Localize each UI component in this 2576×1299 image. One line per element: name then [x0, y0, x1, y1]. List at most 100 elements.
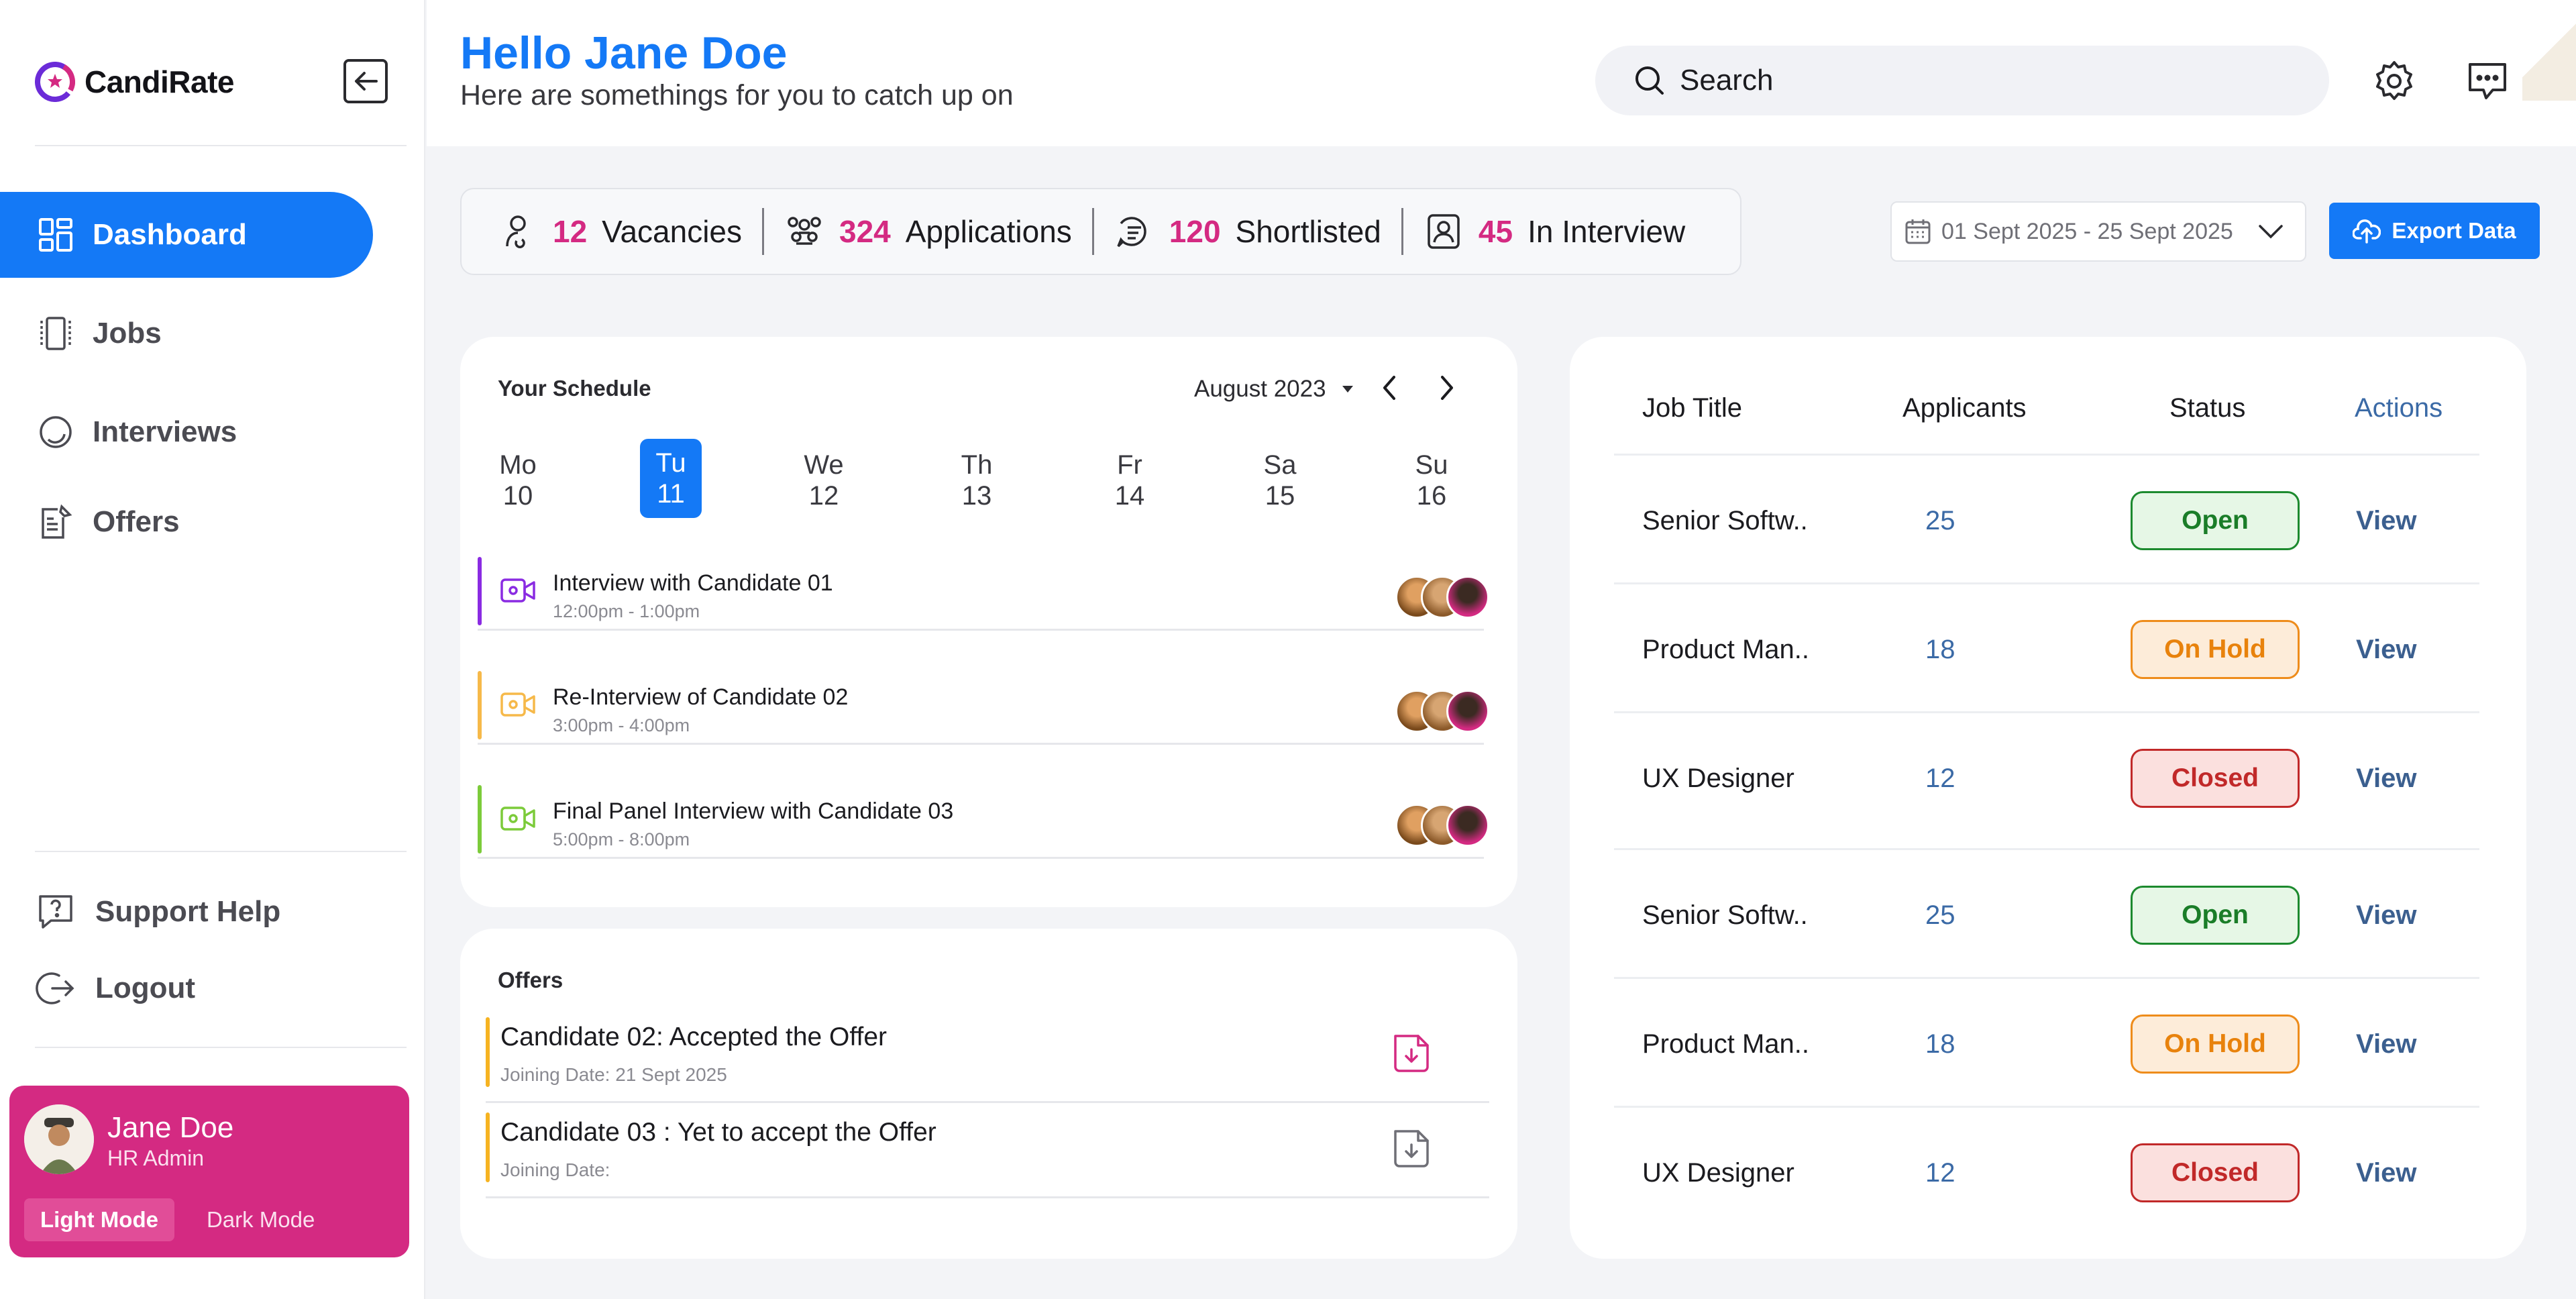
stat-label: Shortlisted — [1235, 214, 1381, 249]
day-saturday[interactable]: Sa 15 — [1249, 450, 1311, 511]
logout-icon — [36, 972, 74, 1004]
download-document-icon[interactable] — [1389, 1126, 1434, 1172]
status-badge: Open — [2131, 491, 2300, 550]
export-data-button[interactable]: Export Data — [2329, 203, 2540, 259]
stat-value: 12 — [553, 214, 588, 249]
sidebar-item-jobs[interactable]: Jobs — [0, 291, 162, 376]
day-thursday[interactable]: Th 13 — [946, 450, 1008, 511]
column-header-status: Status — [2169, 393, 2246, 423]
applicants-cell: 25 — [1925, 900, 1955, 930]
search-bar[interactable] — [1595, 46, 2329, 115]
offers-card: Offers Candidate 02: Accepted the Offer … — [460, 929, 1517, 1259]
jobs-table-card: Job Title Applicants Status Actions Seni… — [1570, 337, 2526, 1259]
month-picker[interactable]: August 2023 — [1194, 376, 1354, 403]
sidebar-item-offers[interactable]: Offers — [0, 479, 180, 565]
video-camera-icon — [500, 578, 535, 603]
day-sunday[interactable]: Su 16 — [1401, 450, 1462, 511]
event-time: 3:00pm - 4:00pm — [553, 715, 690, 735]
row-divider — [1614, 848, 2479, 850]
offer-title: Candidate 03 : Yet to accept the Offer — [500, 1118, 936, 1147]
event-color-bar — [478, 785, 482, 853]
event-title: Interview with Candidate 01 — [553, 570, 833, 596]
profile-card[interactable]: Jane Doe HR Admin Light Mode Dark Mode — [9, 1086, 409, 1257]
offer-item[interactable]: Candidate 03 : Yet to accept the Offer J… — [486, 1106, 1489, 1198]
offer-joining-date: Joining Date: — [500, 1159, 610, 1180]
day-number: 16 — [1416, 481, 1447, 511]
app-logo[interactable]: CandiRate — [35, 62, 234, 102]
day-name: We — [804, 450, 844, 480]
light-mode-button[interactable]: Light Mode — [24, 1198, 174, 1241]
offer-item[interactable]: Candidate 02: Accepted the Offer Joining… — [486, 1010, 1489, 1103]
corner-decoration — [2522, 0, 2576, 101]
next-week-button[interactable] — [1432, 373, 1461, 403]
sidebar-item-label: Jobs — [93, 317, 162, 350]
profile-name: Jane Doe — [107, 1111, 234, 1144]
sidebar-item-label: Offers — [93, 505, 180, 538]
job-title-cell: Senior Softw.. — [1642, 506, 1808, 535]
day-name: Tu — [655, 448, 686, 478]
stat-vacancies[interactable]: 12 Vacancies — [498, 211, 742, 252]
support-help-label: Support Help — [95, 895, 281, 928]
logout-link[interactable]: Logout — [35, 968, 195, 1009]
collapse-sidebar-button[interactable] — [343, 59, 388, 103]
support-help-link[interactable]: Support Help — [35, 891, 280, 933]
job-title-cell: UX Designer — [1642, 1158, 1794, 1188]
dark-mode-button[interactable]: Dark Mode — [191, 1198, 331, 1241]
date-range-picker[interactable]: 01 Sept 2025 - 25 Sept 2025 — [1890, 201, 2306, 262]
stat-in-interview[interactable]: 45 In Interview — [1424, 211, 1685, 252]
day-name: Sa — [1263, 450, 1297, 480]
row-divider — [1614, 977, 2479, 979]
search-input[interactable] — [1680, 64, 2284, 97]
event-title: Final Panel Interview with Candidate 03 — [553, 798, 954, 824]
sidebar-item-dashboard[interactable]: Dashboard — [0, 192, 373, 278]
offers-title: Offers — [498, 968, 564, 992]
theme-toggle: Light Mode Dark Mode — [24, 1198, 331, 1241]
event-time: 5:00pm - 8:00pm — [553, 829, 690, 849]
view-job-link[interactable]: View — [2356, 1158, 2416, 1188]
day-number: 13 — [961, 481, 992, 511]
schedule-title: Your Schedule — [498, 376, 651, 401]
column-header-applicants: Applicants — [1902, 393, 2027, 423]
row-divider — [1614, 711, 2479, 713]
day-wednesday[interactable]: We 12 — [793, 450, 855, 511]
schedule-card: Your Schedule August 2023 Mo 10 Tu 11 We 12… — [460, 337, 1517, 907]
jobs-icon — [40, 317, 71, 350]
prev-week-button[interactable] — [1375, 373, 1405, 403]
download-document-icon[interactable] — [1389, 1031, 1434, 1076]
schedule-event[interactable]: Re-Interview of Candidate 02 3:00pm - 4:… — [478, 671, 1489, 745]
arrow-left-icon — [355, 72, 378, 91]
stat-shortlisted[interactable]: 120 Shortlisted — [1114, 211, 1381, 252]
status-badge: Closed — [2131, 1143, 2300, 1202]
stat-applications[interactable]: 324 Applications — [784, 211, 1072, 252]
view-job-link[interactable]: View — [2356, 764, 2416, 794]
view-job-link[interactable]: View — [2356, 1029, 2416, 1059]
sidebar-item-label: Interviews — [93, 415, 237, 448]
day-monday[interactable]: Mo 10 — [487, 450, 549, 511]
view-job-link[interactable]: View — [2356, 900, 2416, 931]
video-camera-icon — [500, 692, 535, 717]
day-number: 15 — [1265, 481, 1295, 511]
avatar — [1446, 576, 1489, 619]
day-name: Fr — [1117, 450, 1142, 480]
schedule-event[interactable]: Interview with Candidate 01 12:00pm - 1:… — [478, 557, 1489, 631]
day-friday[interactable]: Fr 14 — [1099, 450, 1161, 511]
stat-value: 120 — [1169, 214, 1221, 249]
sidebar-item-interviews[interactable]: Interviews — [0, 389, 237, 475]
row-divider — [1614, 454, 2479, 456]
chat-icon[interactable] — [2466, 59, 2510, 103]
help-chat-icon — [39, 895, 72, 929]
app-name: CandiRate — [85, 64, 234, 99]
gear-icon[interactable] — [2372, 59, 2416, 103]
schedule-event[interactable]: Final Panel Interview with Candidate 03 … — [478, 785, 1489, 859]
view-job-link[interactable]: View — [2356, 635, 2416, 665]
day-number: 10 — [502, 481, 533, 511]
view-job-link[interactable]: View — [2356, 506, 2416, 536]
stats-bar: 12 Vacancies 324 Applications 120 Shortl… — [460, 188, 1741, 275]
interview-badge-icon — [1428, 214, 1460, 249]
export-data-label: Export Data — [2392, 218, 2516, 243]
day-tuesday-selected[interactable]: Tu 11 — [640, 439, 702, 518]
job-title-cell: Product Man.. — [1642, 635, 1810, 664]
status-badge: Open — [2131, 886, 2300, 945]
applicants-cell: 18 — [1925, 635, 1955, 664]
top-header: Hello Jane Doe Here are somethings for y… — [427, 0, 2576, 146]
